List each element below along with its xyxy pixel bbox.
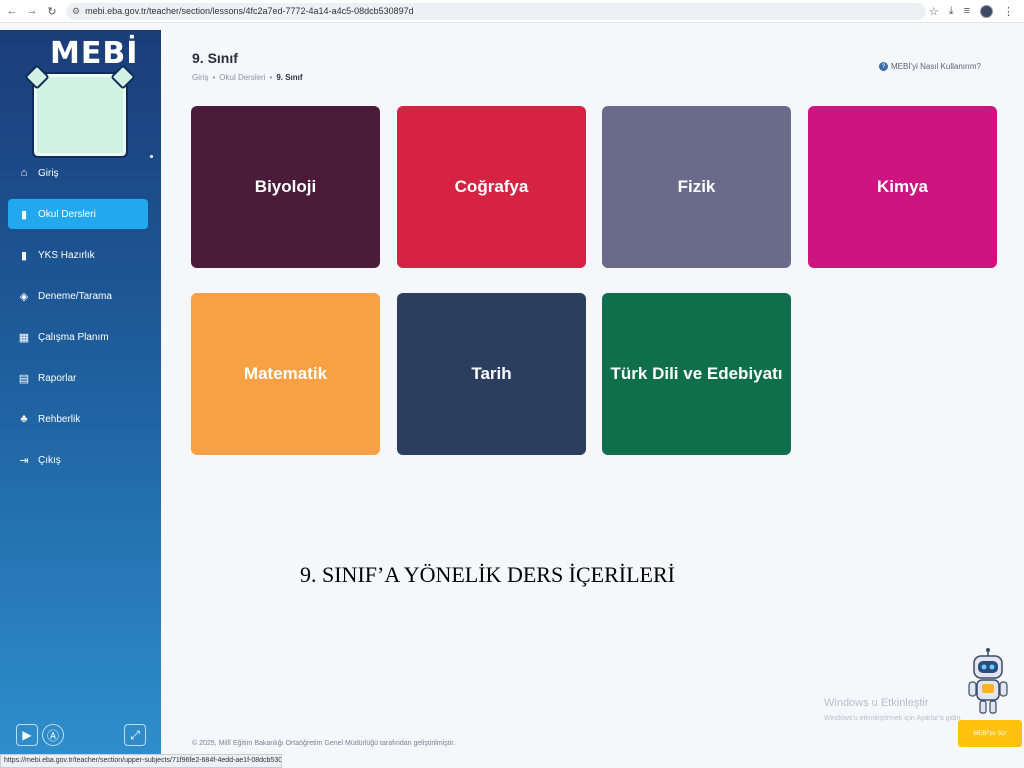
browser-toolbar: ← → ↻ ⚙ mebi.eba.gov.tr/teacher/section/… (0, 0, 1024, 23)
play-icon[interactable]: ▶ (16, 724, 38, 746)
sidebar-item-label: Okul Dersleri (38, 208, 96, 220)
sidebar-item-cikis[interactable]: ⇥ Çıkış (8, 445, 148, 475)
sidebar-item-label: Raporlar (38, 372, 77, 384)
sidebar-footer: ▶ Ⓐ ⤢ (0, 722, 161, 758)
windows-activation-watermark: Windows u Etkinleştir Windows'u etkinleş… (824, 697, 962, 722)
logout-icon: ⇥ (19, 454, 29, 467)
forward-arrow-icon[interactable]: → (24, 3, 40, 19)
app-store-icon[interactable]: Ⓐ (42, 724, 64, 746)
ask-assistant-button[interactable]: MEBİ'ye Sor (958, 720, 1022, 747)
profile-avatar[interactable] (980, 4, 993, 18)
layers-icon: ◈ (19, 290, 29, 303)
subject-card-label: Coğrafya (454, 177, 529, 196)
sidebar-item-label: Giriş (38, 167, 59, 179)
breadcrumb-item-current: 9. Sınıf (276, 73, 303, 82)
subject-card-label: Tarih (471, 364, 512, 383)
slide-caption: 9. SINIF’A YÖNELİK DERS İÇERİLERİ (300, 562, 675, 587)
subject-card-turk-dili-ve-edebiyati[interactable]: Türk Dili ve Edebiyatı (602, 293, 791, 455)
sidebar-item-calisma-planim[interactable]: ▦ Çalışma Planım (8, 322, 148, 352)
sidebar-item-raporlar[interactable]: ▤ Raporlar (8, 363, 148, 393)
subject-card-label: Fizik (677, 177, 716, 196)
reading-list-icon[interactable]: ≡ (964, 5, 970, 17)
people-icon: ♣ (20, 413, 28, 425)
subject-card-matematik[interactable]: Matematik (191, 293, 380, 455)
bookmark-star-icon[interactable]: ☆ (929, 5, 939, 18)
sidebar-item-rehberlik[interactable]: ♣ Rehberlik (8, 404, 148, 434)
address-url: mebi.eba.gov.tr/teacher/section/lessons/… (85, 6, 414, 16)
calendar-icon: ▦ (18, 331, 30, 344)
report-icon: ▤ (18, 372, 30, 385)
sidebar-item-label: Çalışma Planım (38, 331, 109, 343)
sidebar-collapse-icon[interactable] (150, 155, 153, 158)
sidebar-item-yks-hazirlik[interactable]: ▮ YKS Hazırlık (8, 240, 148, 270)
watermark-subtitle: Windows'u etkinleştirmek için Ayarlar'a … (824, 715, 963, 722)
download-icon[interactable]: ⤓ (949, 5, 954, 18)
sidebar-item-label: YKS Hazırlık (38, 249, 95, 261)
assistant-robot-icon[interactable] (966, 648, 1010, 718)
subject-card-label: Kimya (876, 177, 929, 196)
sidebar-item-deneme-tarama[interactable]: ◈ Deneme/Tarama (8, 281, 148, 311)
subject-card-label: Biyoloji (254, 177, 317, 196)
sidebar-item-label: Rehberlik (38, 413, 81, 425)
expand-icon[interactable]: ⤢ (124, 724, 146, 746)
sidebar-item-okul-dersleri[interactable]: ▮ Okul Dersleri (8, 199, 148, 229)
subject-card-label: Matematik (243, 364, 328, 383)
sidebar-item-giris[interactable]: ⌂ Giriş (8, 158, 148, 188)
subject-card-label: Türk Dili ve Edebiyatı (610, 364, 783, 383)
sidebar: MEBİ ⌂ Giriş ▮ Okul Dersleri ▮ YKS Hazır… (0, 30, 161, 758)
home-icon: ⌂ (20, 167, 28, 179)
page-title: 9. Sınıf (192, 50, 238, 66)
subject-card-biyoloji[interactable]: Biyoloji (191, 106, 380, 268)
help-link[interactable]: ? MEBİ'yi Nasıl Kullanırım? (879, 62, 981, 71)
site-info-icon[interactable]: ⚙ (72, 6, 80, 17)
sidebar-item-label: Deneme/Tarama (38, 290, 112, 302)
subject-card-kimya[interactable]: Kimya (808, 106, 997, 268)
subject-card-fizik[interactable]: Fizik (602, 106, 791, 268)
breadcrumb: Giriş • Okul Dersleri • 9. Sınıf (192, 73, 303, 82)
more-menu-icon[interactable]: ⋮ (1003, 5, 1014, 18)
book-icon: ▮ (20, 208, 28, 221)
address-bar[interactable]: ⚙ mebi.eba.gov.tr/teacher/section/lesson… (66, 2, 926, 20)
help-icon: ? (879, 62, 888, 71)
page-footer: © 2025, Millî Eğitim Bakanlığı Ortaöğret… (192, 740, 456, 747)
back-arrow-icon[interactable]: ← (4, 3, 20, 19)
reload-icon[interactable]: ↻ (44, 3, 60, 19)
subject-card-cografya[interactable]: Coğrafya (397, 106, 586, 268)
sidebar-menu: ⌂ Giriş ▮ Okul Dersleri ▮ YKS Hazırlık ◈… (8, 158, 148, 486)
sidebar-item-label: Çıkış (38, 454, 61, 466)
watermark-title: Windows u Etkinleştir (824, 697, 929, 709)
subject-card-tarih[interactable]: Tarih (397, 293, 586, 455)
help-link-label: MEBİ'yi Nasıl Kullanırım? (891, 62, 981, 71)
status-bar-url: https://mebi.eba.gov.tr/teacher/section/… (0, 754, 282, 768)
breadcrumb-item-okul-dersleri[interactable]: Okul Dersleri (219, 73, 265, 82)
mebi-logo-icon (32, 72, 128, 158)
breadcrumb-item-giris[interactable]: Giriş (192, 73, 208, 82)
book-icon: ▮ (20, 249, 28, 262)
